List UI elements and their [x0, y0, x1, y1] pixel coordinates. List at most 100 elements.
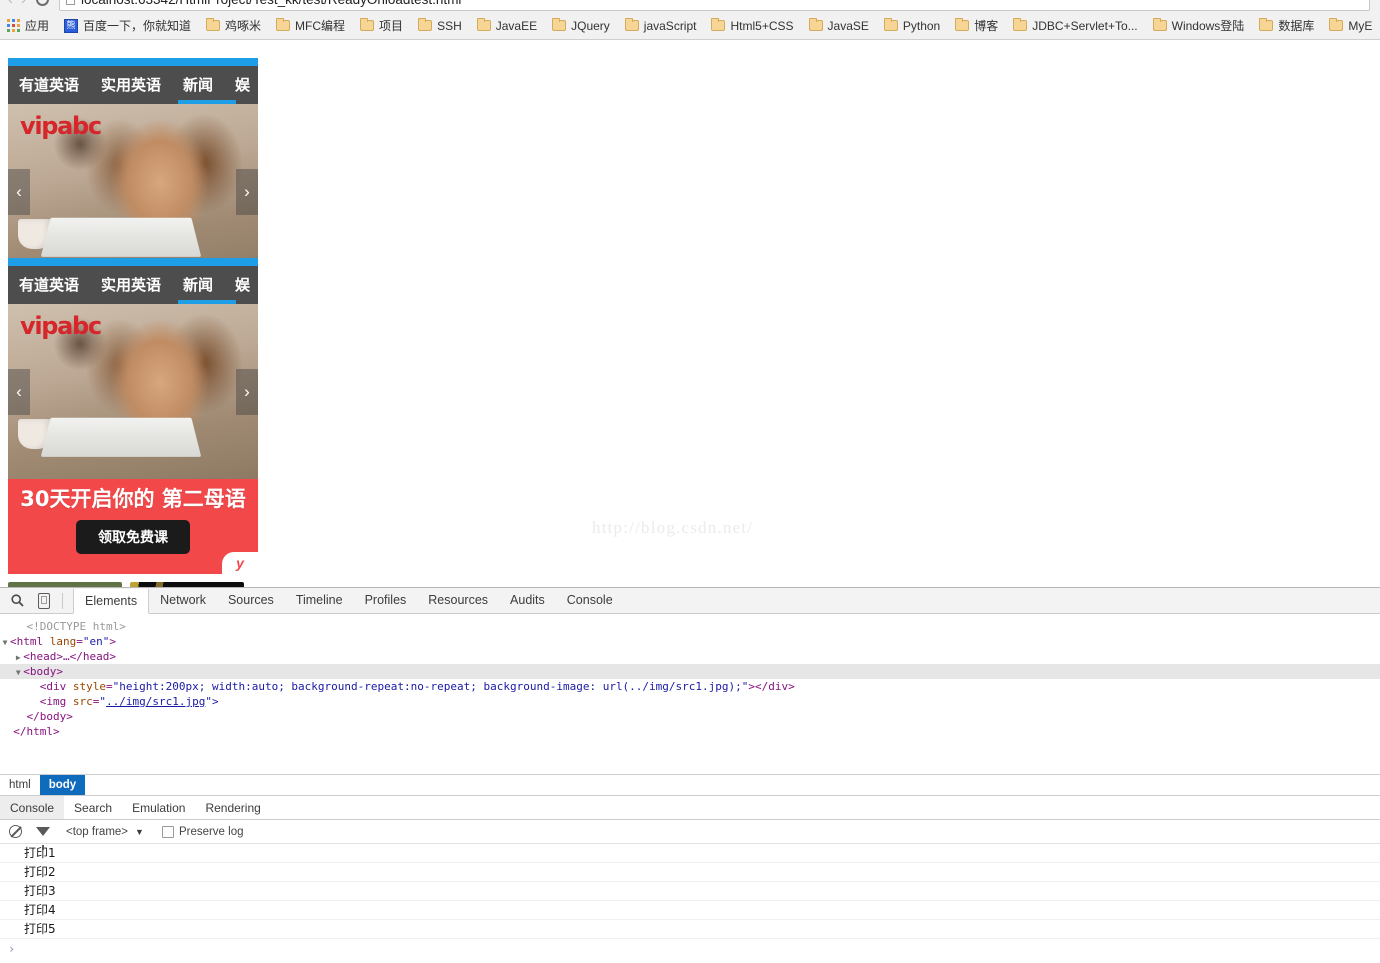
dom-tree[interactable]: <!DOCTYPE html> ▼ <html lang="en"> ▶ <head… — [0, 614, 1380, 774]
dom-line-body-open[interactable]: ▼ <body> — [0, 664, 1380, 679]
body-tag-open: <body> — [23, 665, 63, 678]
bookmark-folder[interactable]: Html5+CSS — [704, 15, 800, 37]
bookmark-folder[interactable]: Windows登陆 — [1146, 15, 1252, 37]
console-message: 打印4 — [0, 901, 1380, 920]
html-tag-close: </html> — [13, 725, 60, 738]
ad-photo-laptop — [40, 217, 202, 257]
ad-hero-image: vipabc ‹ › — [8, 304, 258, 479]
reload-icon[interactable] — [36, 0, 49, 6]
bookmark-apps[interactable]: 应用 — [0, 15, 56, 37]
bookmark-folder[interactable]: SSH — [411, 15, 469, 37]
ad-nav-item[interactable]: 有道英语 — [8, 77, 90, 93]
bookmark-folder[interactable]: JQuery — [545, 15, 617, 37]
ad-cta-button[interactable]: 领取免费课 — [76, 520, 190, 555]
ad-nav-item[interactable]: 娱 — [224, 77, 258, 93]
filter-icon[interactable] — [36, 827, 50, 850]
img-src-link[interactable]: ../img/src1.jpg — [106, 695, 205, 708]
bookmark-label: JavaSE — [827, 18, 869, 33]
carousel-next-arrow-icon[interactable]: › — [236, 368, 258, 415]
breadcrumb-item-body[interactable]: body — [39, 775, 86, 795]
preserve-log-label: Preserve log — [178, 825, 244, 838]
ad-nav-item[interactable]: 新闻 — [172, 77, 224, 93]
drawer-tab-console[interactable]: Console — [0, 796, 65, 819]
folder-icon — [552, 17, 567, 31]
bookmark-folder[interactable]: JDBC+Servlet+To... — [1006, 15, 1144, 37]
browser-chrome: ‹ › localhost:63342/HtmlProject/Test_kk/… — [0, 0, 1380, 40]
img-attr-quote-open: " — [99, 695, 106, 708]
bookmark-folder[interactable]: MFC编程 — [269, 15, 352, 37]
html-attr-value: "en" — [82, 635, 110, 648]
bookmark-label: 鸡啄米 — [225, 18, 262, 33]
expand-triangle-icon[interactable]: ▼ — [13, 665, 23, 680]
ad-nav-item[interactable]: 有道英语 — [8, 277, 90, 293]
div-tag-open: <div — [39, 680, 73, 693]
dom-line-html-open[interactable]: ▼ <html lang="en"> — [0, 634, 1380, 649]
console-message: 打印3 — [0, 882, 1380, 901]
bookmark-folder[interactable]: 项目 — [353, 15, 410, 37]
tab-resources[interactable]: Resources — [417, 588, 499, 613]
clear-console-icon[interactable] — [9, 825, 22, 838]
preserve-log-toggle[interactable]: Preserve log — [161, 825, 244, 838]
bookmark-folder[interactable]: Python — [877, 15, 947, 37]
dom-line-html-close: </html> — [0, 724, 1380, 739]
dom-line-div[interactable]: <div style="height:200px; width:auto; ba… — [0, 679, 1380, 694]
ad-nav-item[interactable]: 新闻 — [172, 277, 224, 293]
tab-console[interactable]: Console — [556, 588, 624, 613]
ad-nav-item[interactable]: 娱 — [224, 277, 258, 293]
drawer-tab-rendering[interactable]: Rendering — [195, 796, 270, 819]
html-attr-name: lang — [49, 635, 77, 648]
console-message-list[interactable]: 打印1 打印2 打印3 打印4 打印5 › — [0, 844, 1380, 962]
preserve-log-checkbox[interactable] — [161, 825, 174, 838]
back-button[interactable]: ‹ — [8, 0, 13, 7]
dom-line-head[interactable]: ▶ <head>…</head> — [0, 649, 1380, 664]
bookmark-label: Python — [902, 18, 941, 33]
ad-brand-corner-icon: y — [222, 552, 258, 574]
carousel-prev-arrow-icon[interactable]: ‹ — [8, 168, 30, 215]
devtools-panel: Elements Network Sources Timeline Profil… — [0, 587, 1380, 963]
tab-sources[interactable]: Sources — [217, 588, 285, 613]
bookmark-folder[interactable]: 博客 — [948, 15, 1005, 37]
ad-nav-bar: 有道英语 实用英语 新闻 娱 — [8, 66, 258, 104]
tab-timeline[interactable]: Timeline — [285, 588, 354, 613]
forward-button[interactable]: › — [21, 0, 26, 7]
tab-network[interactable]: Network — [149, 588, 217, 613]
drawer-tab-emulation[interactable]: Emulation — [122, 796, 195, 819]
drawer-tab-search[interactable]: Search — [64, 796, 122, 819]
head-node-text: <head>…</head> — [23, 650, 116, 663]
dom-line-img[interactable]: <img src="../img/src1.jpg"> — [0, 694, 1380, 709]
bookmark-label: JDBC+Servlet+To... — [1032, 18, 1138, 33]
folder-icon — [1329, 17, 1344, 31]
ad-nav-item[interactable]: 实用英语 — [90, 77, 172, 93]
collapse-triangle-icon[interactable]: ▶ — [13, 650, 23, 665]
bookmark-baidu[interactable]: 熊 百度一下，你就知道 — [57, 15, 198, 37]
bookmark-folder[interactable]: JavaSE — [802, 15, 876, 37]
bookmark-folder[interactable]: 数据库 — [1252, 15, 1321, 37]
tab-profiles[interactable]: Profiles — [354, 588, 418, 613]
tab-audits[interactable]: Audits — [499, 588, 556, 613]
page-info-icon[interactable] — [66, 0, 75, 5]
expand-triangle-icon[interactable]: ▼ — [0, 635, 10, 650]
bookmark-folder[interactable]: MyE — [1322, 15, 1379, 37]
bookmark-label: javaScript — [643, 18, 697, 33]
carousel-prev-arrow-icon[interactable]: ‹ — [8, 368, 30, 415]
search-icon[interactable] — [6, 594, 28, 607]
console-input-prompt[interactable]: › — [0, 939, 1380, 959]
body-tag-close: </body> — [26, 710, 73, 723]
folder-icon — [808, 17, 823, 31]
frame-selector[interactable]: <top frame> ▼ — [66, 826, 144, 838]
bookmark-folder[interactable]: javaScript — [618, 15, 704, 37]
device-toolbar-icon[interactable] — [38, 592, 50, 609]
bookmark-label: MFC编程 — [295, 18, 346, 33]
bookmark-folder[interactable]: 鸡啄米 — [199, 15, 268, 37]
breadcrumb-item-html[interactable]: html — [0, 775, 40, 795]
tab-elements[interactable]: Elements — [73, 588, 150, 614]
bookmark-folder[interactable]: JavaEE — [470, 15, 544, 37]
carousel-next-arrow-icon[interactable]: › — [236, 168, 258, 215]
folder-icon — [1013, 17, 1028, 31]
folder-icon — [476, 17, 491, 31]
ad-banner-img: 有道英语 实用英语 新闻 娱 vipabc ‹ › 30天开启你的 第二母语 领… — [8, 258, 258, 587]
address-bar[interactable]: localhost:63342/HtmlProject/Test_kk/test… — [59, 0, 1370, 11]
ad-nav-item[interactable]: 实用英语 — [90, 277, 172, 293]
ad-brand-logo: vipabc — [20, 112, 102, 140]
bookmark-label: 博客 — [974, 18, 999, 33]
